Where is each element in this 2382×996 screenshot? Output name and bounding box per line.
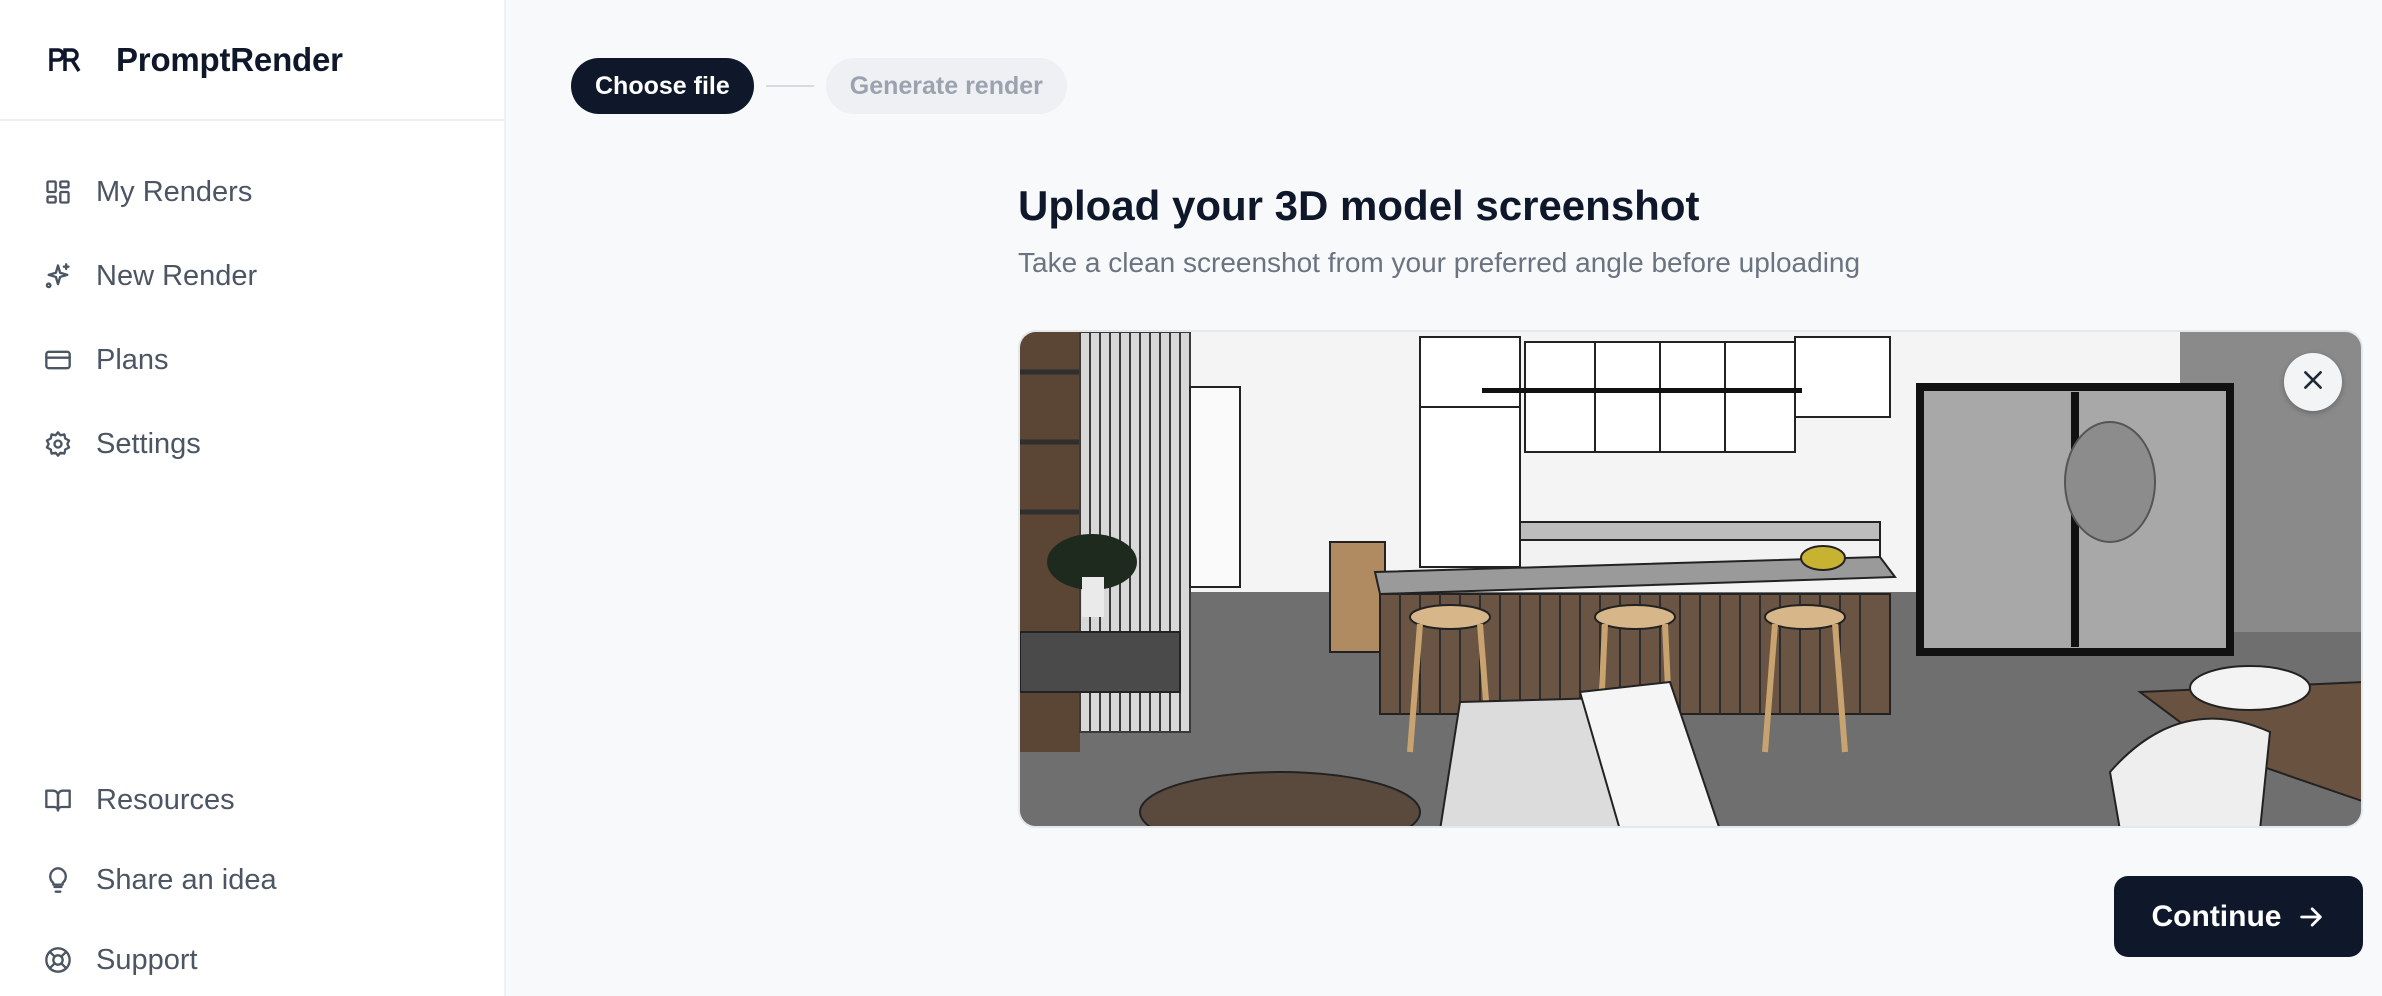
lifebuoy-icon [42, 944, 74, 976]
sparkles-icon [42, 260, 74, 292]
brand[interactable]: PromptRender [0, 0, 504, 121]
credit-card-icon [42, 344, 74, 376]
close-icon [2300, 367, 2326, 398]
sidebar-item-plans[interactable]: Plans [0, 318, 506, 402]
continue-button[interactable]: Continue [2114, 876, 2363, 957]
sidebar-item-label: Plans [96, 343, 169, 376]
main-nav: My Renders New Render Plans Settings [0, 150, 506, 486]
sidebar: PromptRender My Renders New Render Plans… [0, 0, 506, 996]
sidebar-item-settings[interactable]: Settings [0, 402, 506, 486]
pr-logo-icon [46, 41, 84, 79]
secondary-nav: Resources Share an idea Support [0, 760, 506, 996]
continue-label: Continue [2151, 899, 2282, 933]
sidebar-item-label: My Renders [96, 175, 253, 208]
sidebar-item-support[interactable]: Support [0, 920, 506, 996]
arrow-right-icon [2297, 903, 2325, 931]
sidebar-item-label: Share an idea [96, 863, 277, 896]
step-connector [765, 85, 814, 87]
step-generate-render: Generate render [825, 58, 1067, 114]
app-name: PromptRender [116, 40, 343, 78]
grid-icon [42, 176, 74, 208]
page-subtitle: Take a clean screenshot from your prefer… [1018, 247, 1861, 278]
book-icon [42, 784, 74, 816]
remove-image-button[interactable] [2284, 353, 2342, 411]
sidebar-item-new-render[interactable]: New Render [0, 234, 506, 318]
sidebar-item-label: New Render [96, 259, 258, 292]
sidebar-item-label: Settings [96, 427, 201, 460]
sidebar-item-my-renders[interactable]: My Renders [0, 150, 506, 234]
step-choose-file[interactable]: Choose file [571, 58, 754, 114]
stepper: Choose file Generate render [571, 58, 1067, 114]
sidebar-item-label: Support [96, 943, 198, 976]
page-title: Upload your 3D model screenshot [1018, 182, 1700, 229]
lightbulb-icon [42, 864, 74, 896]
uploaded-image-preview [1018, 330, 2363, 828]
sidebar-item-resources[interactable]: Resources [0, 760, 506, 840]
sidebar-item-label: Resources [96, 783, 235, 816]
sidebar-item-share-idea[interactable]: Share an idea [0, 840, 506, 920]
gear-icon [42, 428, 74, 460]
